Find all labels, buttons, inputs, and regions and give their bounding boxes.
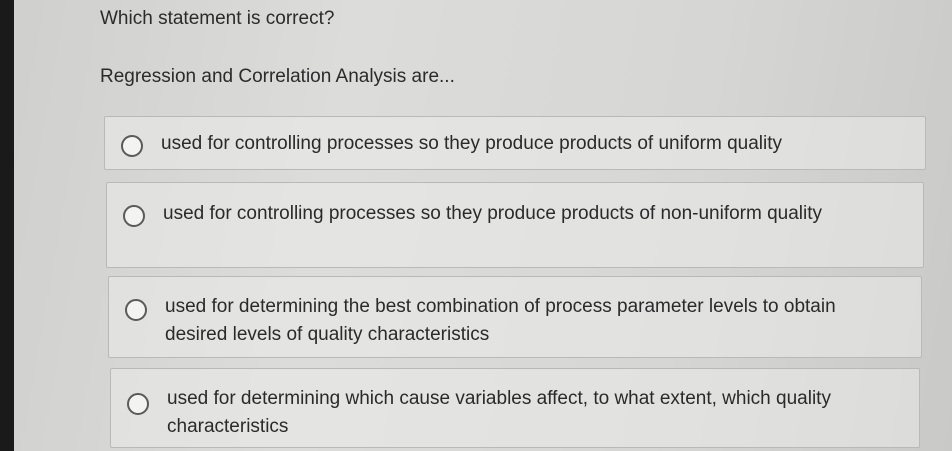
radio-button[interactable] (121, 135, 143, 157)
radio-button[interactable] (123, 205, 145, 227)
answer-option-label: used for determining the best combinatio… (165, 296, 836, 345)
question-prompt: Regression and Correlation Analysis are.… (100, 66, 455, 87)
answer-option-4[interactable]: used for determining which cause variabl… (110, 368, 920, 448)
radio-button[interactable] (125, 299, 147, 321)
question-title: Which statement is correct? (100, 8, 335, 29)
screen-bezel (0, 0, 14, 451)
answer-option-3[interactable]: used for determining the best combinatio… (108, 276, 922, 358)
answer-option-1[interactable]: used for controlling processes so they p… (104, 116, 926, 170)
answer-option-label: used for determining which cause variabl… (167, 388, 831, 437)
answer-option-label: used for controlling processes so they p… (161, 133, 782, 154)
answer-option-label: used for controlling processes so they p… (163, 203, 823, 224)
answer-option-2[interactable]: used for controlling processes so they p… (106, 182, 924, 268)
radio-button[interactable] (127, 393, 149, 415)
